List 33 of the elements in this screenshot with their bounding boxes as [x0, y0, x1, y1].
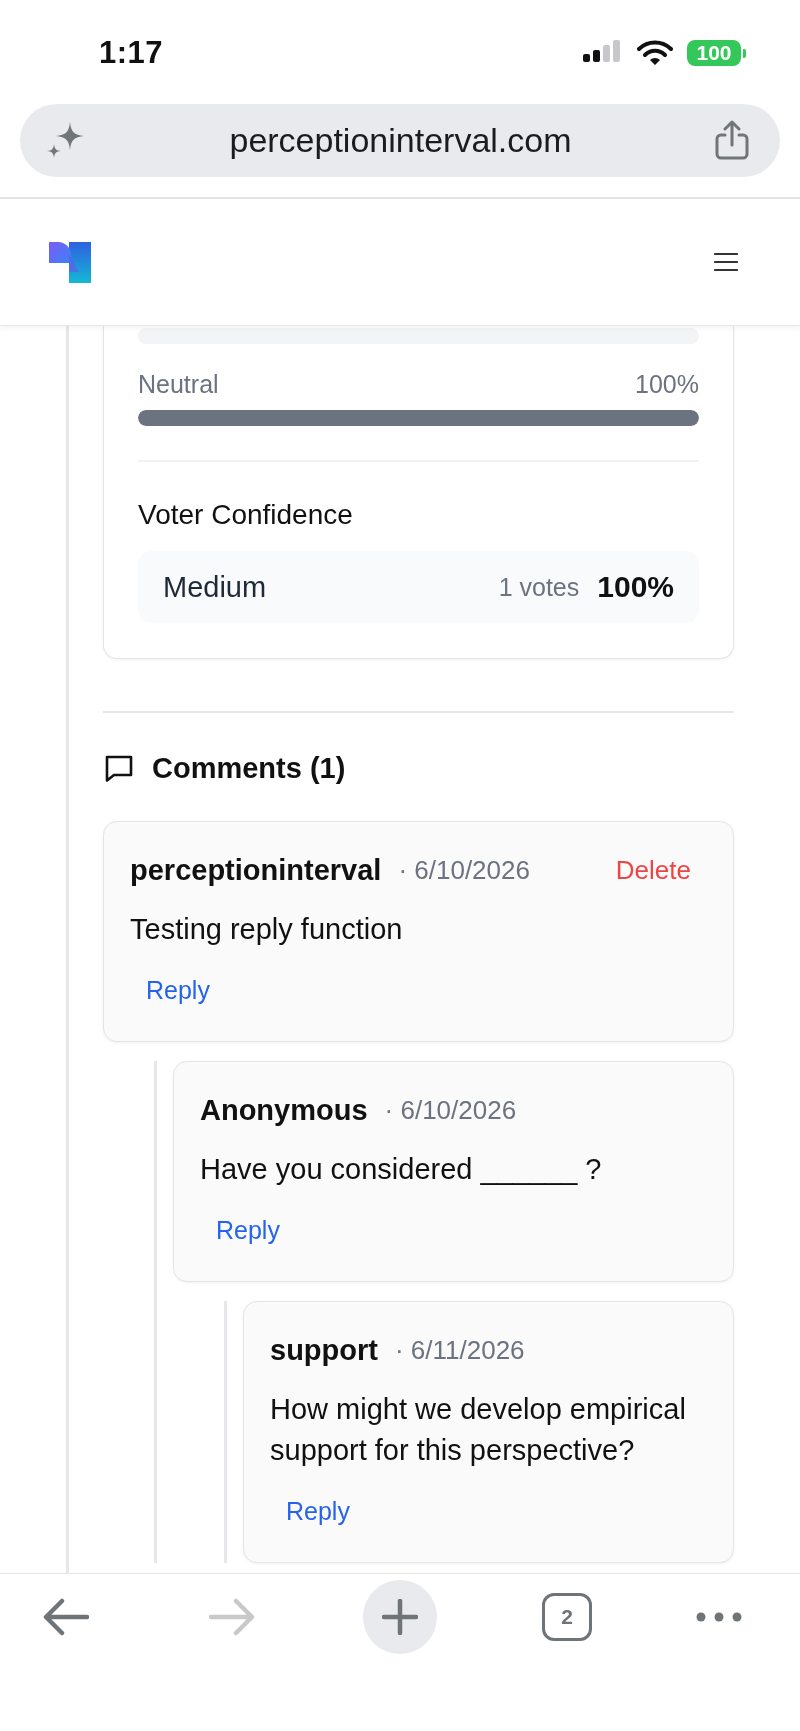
option-percent: 100%: [635, 372, 699, 397]
comment-author: perceptioninterval: [130, 853, 382, 887]
comments-title: Comments (1): [152, 752, 346, 785]
comment-author: support: [270, 1333, 378, 1367]
comment-date: · 6/10/2026: [384, 1094, 517, 1126]
comment-text: Have you considered ______ ?: [200, 1152, 602, 1188]
comment-text: Testing reply function: [130, 912, 403, 948]
address-bar[interactable]: perceptioninterval.com: [20, 103, 780, 177]
reply-button[interactable]: Reply: [130, 970, 226, 1011]
comment-date: · 6/10/2026: [398, 854, 530, 886]
logo-icon[interactable]: [49, 241, 91, 283]
speech-bubble-icon: [105, 754, 133, 782]
battery-indicator: 100: [687, 40, 746, 66]
plus-icon: [382, 1599, 418, 1636]
comment-date: · 6/11/2026: [394, 1334, 525, 1366]
reply-button[interactable]: Reply: [200, 1210, 296, 1251]
option-label: Neutral: [138, 372, 219, 397]
confidence-label: Medium: [163, 570, 267, 604]
share-icon[interactable]: [715, 120, 749, 161]
delete-button[interactable]: Delete: [599, 850, 707, 890]
confidence-percent: 100%: [597, 570, 674, 605]
status-time: 1:17: [99, 36, 164, 70]
reply-button[interactable]: Reply: [270, 1491, 366, 1532]
url-text: perceptioninterval.com: [228, 120, 573, 160]
vote-count: 1 votes: [498, 572, 580, 602]
tab-count-button[interactable]: 2: [542, 1593, 592, 1642]
wifi-icon: [637, 40, 673, 66]
menu-icon[interactable]: [714, 252, 738, 273]
section-title: Voter Confidence: [138, 498, 354, 533]
back-arrow-icon[interactable]: [43, 1598, 89, 1637]
comment-author: Anonymous: [200, 1093, 368, 1127]
comment-text: How might we develop empirical support for this perspective?: [270, 1392, 687, 1469]
more-icon[interactable]: [696, 1612, 742, 1623]
